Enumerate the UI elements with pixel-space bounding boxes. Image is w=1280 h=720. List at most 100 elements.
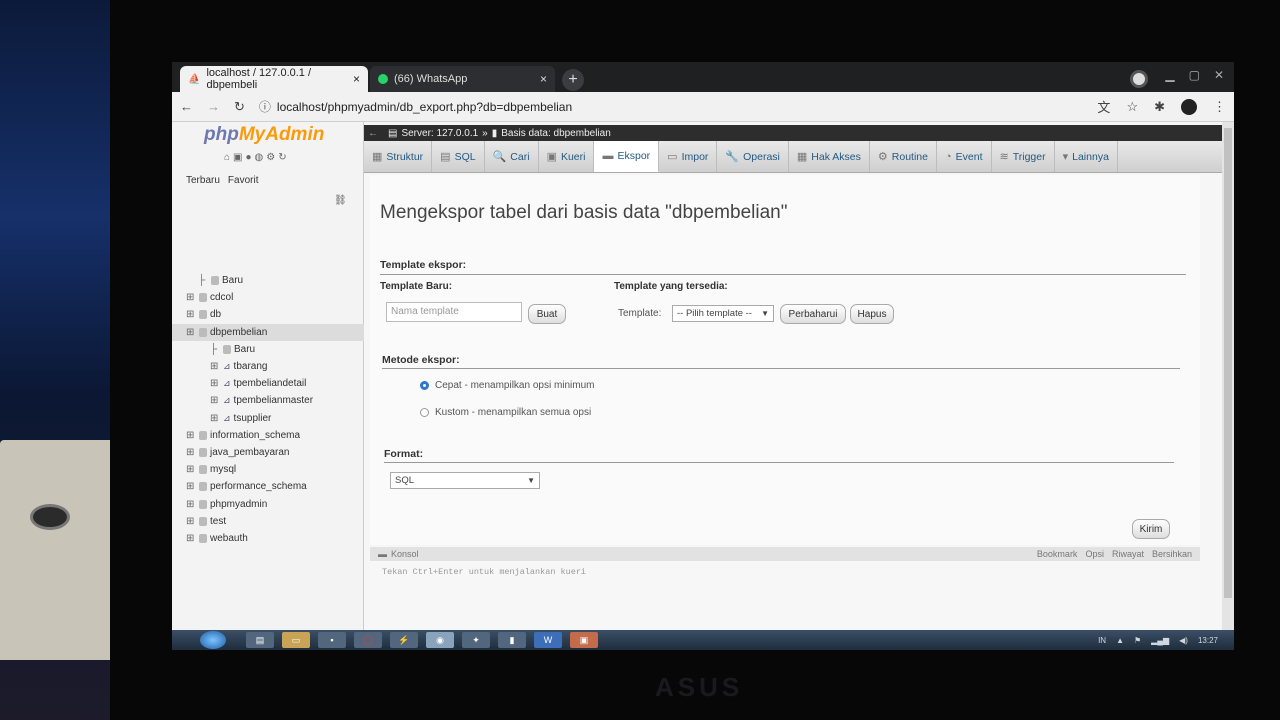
translate-icon[interactable]: 文 — [1097, 97, 1110, 116]
pma-logo[interactable]: phpMyAdmin — [204, 124, 324, 146]
extensions-icon[interactable]: ✱ — [1154, 99, 1165, 115]
taskbar-app-icon[interactable]: ✦ — [462, 632, 490, 648]
page-scrollbar[interactable] — [1222, 122, 1234, 630]
tree-item[interactable]: ⊞ mysql — [186, 461, 364, 478]
console-input[interactable]: Tekan Ctrl+Enter untuk menjalankan kueri — [370, 561, 1200, 583]
tree-item[interactable]: ├ Baru — [186, 272, 364, 289]
submit-button[interactable]: Kirim — [1132, 519, 1170, 539]
tree-item[interactable]: ⊞ ⊿ tpembelianmaster — [186, 392, 364, 409]
console-clear[interactable]: Bersihkan — [1152, 549, 1192, 559]
tab-event[interactable]: ◔ Event — [937, 141, 992, 172]
expand-icon[interactable]: ⊞ — [186, 516, 196, 527]
back-icon[interactable]: ← — [180, 99, 193, 114]
maximize-icon[interactable]: ▢ — [1189, 68, 1200, 82]
format-select[interactable]: SQL ▼ — [390, 472, 540, 489]
close-icon[interactable]: × — [540, 72, 547, 86]
logout-icon[interactable]: ▣ — [233, 152, 242, 163]
link-icon[interactable]: ⛓ — [334, 195, 347, 206]
method-custom-option[interactable]: Kustom - menampilkan semua opsi — [420, 407, 591, 418]
reload-icon[interactable]: ↻ — [234, 99, 245, 115]
tree-item[interactable]: ⊞ information_schema — [186, 427, 364, 444]
collapse-nav-icon[interactable]: ← — [368, 128, 378, 139]
tree-item[interactable]: ⊞ ⊿ tpembeliandetail — [186, 375, 364, 392]
recent-link[interactable]: Terbaru — [186, 175, 220, 186]
browser-tab-phpmyadmin[interactable]: ⛵ localhost / 127.0.0.1 / dbpembeli × — [180, 66, 368, 92]
taskbar-app-icon[interactable]: ▮ — [498, 632, 526, 648]
tab-hak-akses[interactable]: ▦ Hak Akses — [789, 141, 870, 172]
expand-icon[interactable]: ⊞ — [186, 309, 196, 320]
favorite-link[interactable]: Favorit — [228, 175, 259, 186]
taskbar-app-icon[interactable]: ▪ — [318, 632, 346, 648]
new-tab-button[interactable]: + — [562, 69, 584, 91]
expand-icon[interactable]: ⊞ — [186, 464, 196, 475]
forward-icon[interactable]: → — [207, 99, 220, 114]
docs-icon[interactable]: ◍ — [255, 152, 264, 163]
scrollbar-thumb[interactable] — [1224, 128, 1232, 598]
tab-impor[interactable]: ▭ Impor — [659, 141, 718, 172]
expand-icon[interactable]: ⊞ — [186, 499, 196, 510]
method-quick-option[interactable]: Cepat - menampilkan opsi minimum — [420, 380, 595, 391]
tab-kueri[interactable]: ▣ Kueri — [539, 141, 595, 172]
close-window-icon[interactable]: ✕ — [1214, 68, 1224, 82]
expand-icon[interactable]: ⊞ — [186, 292, 196, 303]
taskbar-explorer-icon[interactable]: ▤ — [246, 632, 274, 648]
console-history[interactable]: Riwayat — [1112, 549, 1144, 559]
profile-icon[interactable] — [1130, 70, 1148, 88]
expand-icon[interactable]: ⊞ — [186, 533, 196, 544]
tab-struktur[interactable]: ▦ Struktur — [364, 141, 433, 172]
template-name-input[interactable]: Nama template — [386, 302, 522, 322]
expand-icon[interactable]: ⊞ — [186, 481, 196, 492]
expand-icon[interactable]: ⊞ — [186, 327, 196, 338]
template-select[interactable]: -- Pilih template -- ▼ — [672, 305, 774, 322]
expand-icon[interactable]: ⊞ — [186, 430, 196, 441]
start-button[interactable] — [200, 631, 226, 649]
breadcrumb-database[interactable]: Basis data: dbpembelian — [501, 128, 611, 139]
tab-trigger[interactable]: ≋ Trigger — [992, 141, 1055, 172]
signal-icon[interactable]: ▂▄▆ — [1151, 636, 1169, 645]
home-icon[interactable]: ⌂ — [224, 152, 230, 163]
tab-operasi[interactable]: 🔧 Operasi — [717, 141, 789, 172]
console-title[interactable]: Konsol — [391, 549, 419, 559]
taskbar-app-icon[interactable]: ▣ — [570, 632, 598, 648]
avatar[interactable] — [1181, 98, 1197, 115]
taskbar-word-icon[interactable]: W — [534, 632, 562, 648]
console-options[interactable]: Opsi — [1085, 549, 1104, 559]
breadcrumb-server[interactable]: Server: 127.0.0.1 — [401, 128, 478, 139]
tab-routine[interactable]: ⚙ Routine — [870, 141, 937, 172]
tab-sql[interactable]: ▤ SQL — [432, 141, 485, 172]
tree-item[interactable]: ├ Baru — [186, 341, 364, 358]
minimize-icon[interactable]: ▁ — [1165, 68, 1174, 82]
radio-button-checked[interactable] — [420, 381, 429, 390]
update-template-button[interactable]: Perbaharui — [780, 304, 846, 324]
tree-item[interactable]: ⊞ ⊿ tsupplier — [186, 410, 364, 427]
expand-icon[interactable]: ├ — [198, 275, 208, 286]
help-icon[interactable]: ● — [246, 152, 252, 163]
tray-up-icon[interactable]: ▲ — [1116, 636, 1124, 645]
tab-lainnya[interactable]: ▾ Lainnya — [1055, 141, 1118, 172]
create-template-button[interactable]: Buat — [528, 304, 566, 324]
tree-item[interactable]: ⊞ db — [186, 306, 364, 323]
star-icon[interactable]: ☆ — [1126, 99, 1138, 115]
tree-item[interactable]: ⊞ webauth — [186, 530, 364, 547]
expand-icon[interactable]: ⊞ — [210, 378, 220, 389]
tree-item[interactable]: ⊞ cdcol — [186, 289, 364, 306]
expand-icon[interactable]: ├ — [210, 344, 220, 355]
close-icon[interactable]: × — [353, 72, 360, 86]
tree-item[interactable]: ⊞ java_pembayaran — [186, 444, 364, 461]
expand-icon[interactable]: ⊞ — [186, 447, 196, 458]
taskbar-chrome-icon[interactable]: ◉ — [426, 632, 454, 648]
url-field[interactable]: ⓘ localhost/phpmyadmin/db_export.php?db=d… — [259, 98, 572, 115]
delete-template-button[interactable]: Hapus — [850, 304, 894, 324]
language-indicator[interactable]: IN — [1098, 636, 1106, 645]
settings-icon[interactable]: ⚙ — [266, 152, 275, 163]
expand-icon[interactable]: ⊞ — [210, 395, 220, 406]
browser-tab-whatsapp[interactable]: (66) WhatsApp × — [370, 66, 555, 92]
expand-icon[interactable]: ⊞ — [210, 361, 220, 372]
tree-item[interactable]: ⊞ test — [186, 513, 364, 530]
tab-ekspor[interactable]: ▬ Ekspor — [594, 141, 660, 172]
radio-button[interactable] — [420, 408, 429, 417]
taskbar-app-icon[interactable]: ⚡ — [390, 632, 418, 648]
volume-icon[interactable]: ◀) — [1179, 636, 1188, 645]
tree-item[interactable]: ⊞ ⊿ tbarang — [186, 358, 364, 375]
taskbar-opera-icon[interactable]: ◯ — [354, 632, 382, 648]
